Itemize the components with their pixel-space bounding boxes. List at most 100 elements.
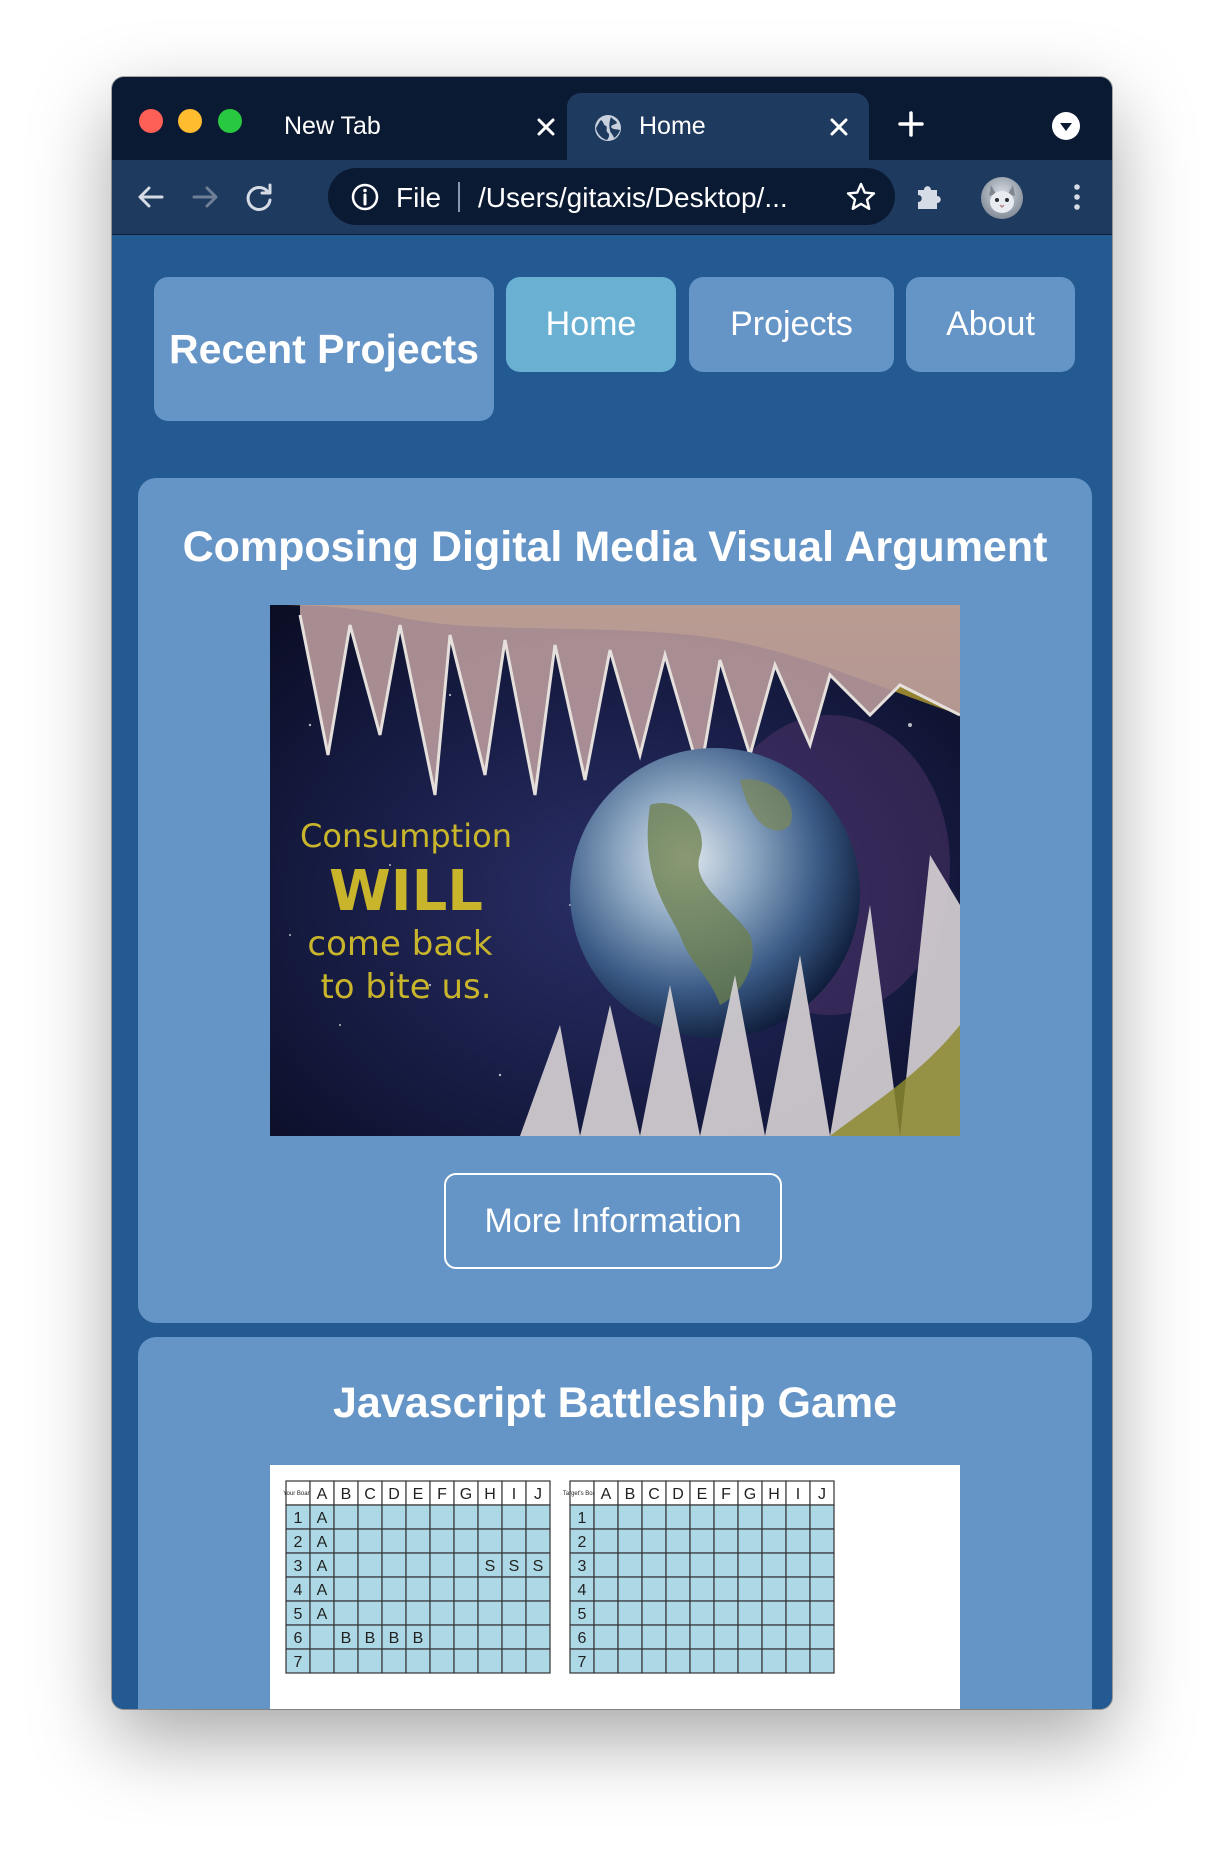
nav-recent-projects[interactable]: Recent Projects bbox=[154, 277, 494, 421]
star-icon[interactable] bbox=[845, 181, 877, 213]
board-cell bbox=[453, 1600, 479, 1626]
board-cell bbox=[593, 1504, 619, 1530]
board-cell bbox=[665, 1552, 691, 1578]
board-cell bbox=[525, 1504, 551, 1530]
board-cell bbox=[525, 1576, 551, 1602]
board-row-label: 3 bbox=[578, 1558, 587, 1575]
board-row-label: 5 bbox=[294, 1606, 303, 1623]
board-cell bbox=[593, 1648, 619, 1674]
board-cell bbox=[381, 1552, 407, 1578]
visual-argument-poster: Consumption WILL come back to bite us. bbox=[270, 605, 961, 1136]
close-icon[interactable] bbox=[532, 113, 560, 141]
board-cell bbox=[477, 1504, 503, 1530]
board-cell bbox=[501, 1600, 527, 1626]
address-separator bbox=[458, 182, 460, 212]
board-ship-mark: S bbox=[533, 1558, 544, 1575]
board-ship-mark: A bbox=[317, 1606, 328, 1623]
board-row-label: 6 bbox=[578, 1630, 587, 1647]
board-cell bbox=[333, 1576, 359, 1602]
board-column-label: A bbox=[317, 1486, 328, 1503]
poster-text-will: WILL bbox=[329, 859, 483, 924]
extensions-puzzle-icon[interactable] bbox=[912, 180, 946, 214]
board-cell bbox=[761, 1648, 787, 1674]
board-column-label: A bbox=[601, 1486, 612, 1503]
tab-search-icon[interactable] bbox=[1051, 111, 1081, 141]
board-cell bbox=[357, 1528, 383, 1554]
board-cell bbox=[809, 1576, 835, 1602]
page-content: Recent Projects Home Projects About Comp… bbox=[112, 235, 1112, 1709]
battleship-image: Your Board A B C D E F G H I J 1 A 2 A 3 A S S S 4 A 5 A 6 B B B B 7 T… bbox=[270, 1465, 960, 1709]
board-cell bbox=[809, 1528, 835, 1554]
board-cell bbox=[809, 1552, 835, 1578]
profile-avatar[interactable] bbox=[981, 177, 1023, 219]
nav-home[interactable]: Home bbox=[506, 277, 676, 372]
board-cell bbox=[641, 1504, 667, 1530]
board-cell bbox=[689, 1648, 715, 1674]
board-row-label: 4 bbox=[578, 1582, 587, 1599]
tab-new-tab[interactable]: New Tab bbox=[262, 93, 567, 160]
board-column-label: D bbox=[672, 1486, 684, 1503]
poster-text-come-back: come back bbox=[307, 924, 492, 964]
board-cell bbox=[357, 1648, 383, 1674]
board-cell bbox=[453, 1648, 479, 1674]
zoom-window-button[interactable] bbox=[218, 109, 242, 133]
board-column-label: I bbox=[512, 1486, 516, 1503]
nav-projects[interactable]: Projects bbox=[689, 277, 894, 372]
board-cell bbox=[381, 1504, 407, 1530]
board-cell bbox=[501, 1624, 527, 1650]
board-cell bbox=[809, 1648, 835, 1674]
board-column-label: B bbox=[625, 1486, 636, 1503]
minimize-window-button[interactable] bbox=[178, 109, 202, 133]
board-cell bbox=[381, 1648, 407, 1674]
board-cell bbox=[309, 1648, 335, 1674]
globe-icon bbox=[595, 115, 621, 141]
board-row-label: 1 bbox=[578, 1510, 587, 1527]
board-cell bbox=[713, 1552, 739, 1578]
browser-toolbar: File /Users/gitaxis/Desktop/... bbox=[112, 160, 1112, 235]
board-cell bbox=[689, 1552, 715, 1578]
board-cell bbox=[429, 1576, 455, 1602]
board-ship-mark: A bbox=[317, 1582, 328, 1599]
address-bar[interactable]: File /Users/gitaxis/Desktop/... bbox=[328, 168, 895, 225]
close-window-button[interactable] bbox=[139, 109, 163, 133]
board-column-label: C bbox=[648, 1486, 660, 1503]
board-cell bbox=[429, 1504, 455, 1530]
tab-label: Home bbox=[639, 112, 706, 140]
board-cell bbox=[381, 1600, 407, 1626]
board-cell bbox=[689, 1504, 715, 1530]
nav-about[interactable]: About bbox=[906, 277, 1075, 372]
board-cell bbox=[333, 1552, 359, 1578]
board-cell bbox=[501, 1648, 527, 1674]
info-icon[interactable] bbox=[350, 182, 380, 212]
board-cell bbox=[713, 1600, 739, 1626]
more-vertical-icon[interactable] bbox=[1060, 180, 1094, 214]
board-cell bbox=[713, 1648, 739, 1674]
board-row-label: 6 bbox=[294, 1630, 303, 1647]
reload-icon[interactable] bbox=[242, 180, 276, 214]
board-row-label: 5 bbox=[578, 1606, 587, 1623]
board-cell bbox=[641, 1576, 667, 1602]
tab-home[interactable]: Home bbox=[567, 93, 869, 160]
project-title: Javascript Battleship Game bbox=[332, 1379, 898, 1427]
close-icon[interactable] bbox=[825, 113, 853, 141]
address-url[interactable]: /Users/gitaxis/Desktop/... bbox=[478, 182, 788, 214]
board-cell bbox=[501, 1576, 527, 1602]
board-column-label: G bbox=[744, 1486, 756, 1503]
board-cell bbox=[665, 1576, 691, 1602]
board-cell bbox=[617, 1648, 643, 1674]
project-card: Composing Digital Media Visual Argument bbox=[138, 478, 1092, 1323]
back-arrow-icon[interactable] bbox=[134, 180, 168, 214]
forward-arrow-icon[interactable] bbox=[188, 180, 222, 214]
board-cell bbox=[477, 1624, 503, 1650]
more-information-button[interactable]: More Information bbox=[444, 1173, 782, 1269]
tab-label: New Tab bbox=[284, 112, 381, 140]
board-cell bbox=[809, 1600, 835, 1626]
address-scheme-label: File bbox=[396, 182, 442, 213]
board-cell bbox=[429, 1552, 455, 1578]
plus-icon[interactable] bbox=[896, 109, 926, 139]
board-cell bbox=[617, 1552, 643, 1578]
board-cell bbox=[453, 1552, 479, 1578]
board-cell bbox=[429, 1528, 455, 1554]
board-cell bbox=[785, 1528, 811, 1554]
board-cell bbox=[641, 1552, 667, 1578]
